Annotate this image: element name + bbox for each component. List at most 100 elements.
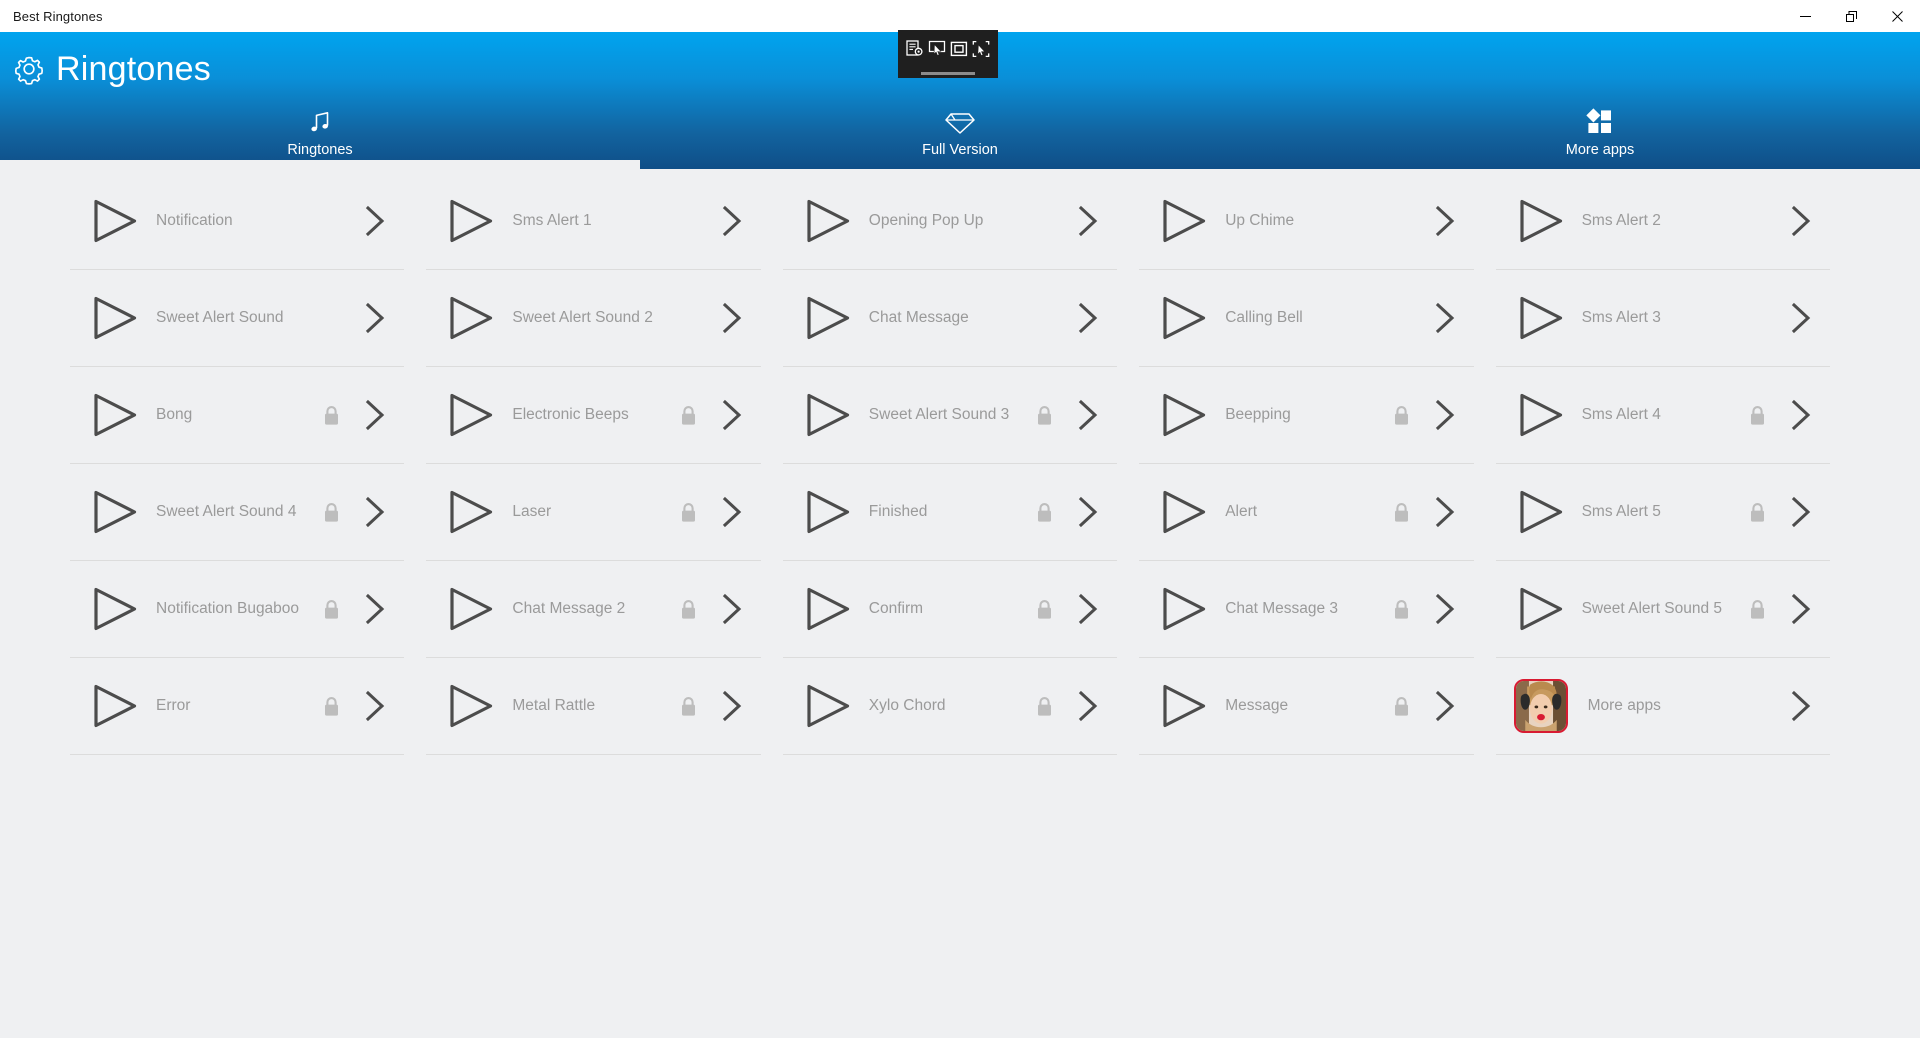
- highlight-rectangle-button[interactable]: [949, 38, 969, 60]
- ringtone-row[interactable]: Finished: [782, 464, 1118, 561]
- play-triangle-icon: [807, 393, 849, 437]
- promo-thumbnail[interactable]: [1513, 679, 1568, 733]
- chevron-right-icon: [366, 593, 385, 625]
- window-titlebar: Best Ringtones: [0, 0, 1920, 32]
- play-triangle-icon: [807, 684, 849, 728]
- tab-label-ringtones: Ringtones: [287, 142, 353, 158]
- maximize-button[interactable]: [1828, 0, 1874, 32]
- ringtone-row[interactable]: Confirm: [782, 561, 1118, 658]
- chevron-right-icon: [1435, 690, 1454, 722]
- ringtone-row[interactable]: Metal Rattle: [426, 658, 761, 755]
- ringtone-label: Alert: [1225, 503, 1258, 520]
- ringtone-label: Finished: [868, 503, 928, 520]
- ringtone-row[interactable]: Up Chime: [1139, 173, 1474, 270]
- ringtone-row[interactable]: Notification Bugaboo: [70, 561, 405, 658]
- ringtone-row[interactable]: Calling Bell: [1139, 270, 1474, 367]
- lock-placeholder: [1036, 308, 1053, 329]
- play-triangle-icon: [1519, 393, 1562, 437]
- tab-more-apps[interactable]: More apps: [1280, 104, 1920, 169]
- ringtone-row[interactable]: Chat Message 2: [426, 561, 761, 658]
- ringtone-grid: Notification Sms Alert 1 Opening Pop Up Up …: [0, 169, 1920, 755]
- inspect-properties-button[interactable]: [905, 38, 925, 60]
- ringtone-label: Sweet Alert Sound 4: [156, 503, 297, 520]
- play-triangle-icon: [807, 587, 849, 631]
- ringtone-row[interactable]: More apps: [1495, 658, 1830, 755]
- cursor-select-icon: [928, 40, 946, 56]
- chevron-right-icon: [366, 205, 385, 237]
- lock-icon: [681, 405, 695, 425]
- lock-icon: [1750, 405, 1764, 425]
- play-triangle-icon: [807, 296, 849, 340]
- window-controls: [1782, 0, 1920, 32]
- chevron-right-icon: [1079, 399, 1098, 431]
- lock-icon: [1038, 696, 1052, 716]
- play-triangle-icon: [807, 199, 849, 243]
- lock-icon: [1038, 599, 1052, 619]
- ringtone-row[interactable]: Sms Alert 5: [1495, 464, 1830, 561]
- ringtone-row[interactable]: Sweet Alert Sound 3: [782, 367, 1118, 464]
- ringtone-label: Error: [156, 697, 191, 714]
- inspect-properties-icon: [906, 40, 923, 56]
- ringtone-row[interactable]: Sweet Alert Sound 5: [1495, 561, 1830, 658]
- gear-icon: [14, 56, 44, 85]
- capture-region-button[interactable]: [971, 38, 991, 60]
- ringtone-row[interactable]: Sweet Alert Sound 2: [426, 270, 761, 367]
- ringtone-label: Sms Alert 5: [1581, 503, 1661, 520]
- play-triangle-icon: [1163, 490, 1206, 534]
- play-triangle-icon: [450, 393, 493, 437]
- ringtone-row[interactable]: Chat Message: [782, 270, 1118, 367]
- promo-woman-headphones-image: [1515, 681, 1566, 731]
- chevron-right-icon: [366, 302, 385, 334]
- lock-icon: [1394, 502, 1408, 522]
- chevron-right-icon: [1079, 205, 1098, 237]
- ringtone-row[interactable]: Chat Message 3: [1139, 561, 1474, 658]
- tab-full-version[interactable]: Full Version: [640, 104, 1280, 169]
- ringtone-row[interactable]: Sms Alert 1: [426, 173, 761, 270]
- play-triangle-icon: [1519, 490, 1562, 534]
- chevron-right-icon: [722, 690, 742, 722]
- ringtone-row[interactable]: Message: [1139, 658, 1474, 755]
- ringtone-label: Chat Message 3: [1225, 600, 1339, 617]
- minimize-button[interactable]: [1782, 0, 1828, 32]
- ringtone-row[interactable]: Sweet Alert Sound: [70, 270, 405, 367]
- ringtone-row[interactable]: Alert: [1139, 464, 1474, 561]
- drag-handle-bar: [921, 71, 975, 75]
- chevron-right-icon: [722, 399, 742, 431]
- close-button[interactable]: [1874, 0, 1920, 32]
- minimize-icon: [1799, 15, 1811, 17]
- ringtone-row[interactable]: Laser: [426, 464, 761, 561]
- ringtone-row[interactable]: Sms Alert 2: [1495, 173, 1830, 270]
- play-triangle-icon: [1519, 199, 1562, 243]
- ringtone-label: Sweet Alert Sound 3: [868, 406, 1010, 423]
- overlay-toolbar-drag-handle[interactable]: [898, 68, 998, 78]
- ringtone-label: Chat Message: [868, 309, 969, 326]
- ringtone-label: Xylo Chord: [868, 697, 946, 714]
- ringtone-row[interactable]: Notification: [70, 173, 405, 270]
- lock-icon: [1038, 502, 1052, 522]
- lock-icon: [1750, 599, 1764, 619]
- ringtone-row[interactable]: Bong: [70, 367, 405, 464]
- ringtone-row[interactable]: Xylo Chord: [782, 658, 1118, 755]
- ringtone-label: Confirm: [868, 600, 924, 617]
- ringtone-label: Up Chime: [1225, 212, 1295, 229]
- ringtone-list-area: Notification Sms Alert 1 Opening Pop Up Up …: [0, 160, 1920, 1038]
- ringtone-row[interactable]: Sweet Alert Sound 4: [70, 464, 405, 561]
- ringtone-label: Bong: [156, 406, 193, 423]
- ringtone-label: Notification: [156, 212, 233, 229]
- ringtone-row[interactable]: Sms Alert 4: [1495, 367, 1830, 464]
- ringtone-row[interactable]: Electronic Beeps: [426, 367, 761, 464]
- ringtone-row[interactable]: Sms Alert 3: [1495, 270, 1830, 367]
- ringtone-row[interactable]: Beepping: [1139, 367, 1474, 464]
- ringtone-row[interactable]: Opening Pop Up: [782, 173, 1118, 270]
- lock-icon: [325, 405, 339, 425]
- cursor-select-button[interactable]: [927, 38, 947, 60]
- play-triangle-icon: [1163, 587, 1206, 631]
- ringtone-label: Notification Bugaboo: [156, 600, 300, 617]
- lock-placeholder: [1036, 211, 1053, 232]
- chevron-right-icon: [1435, 205, 1454, 237]
- chevron-right-icon: [1435, 496, 1454, 528]
- ringtone-row[interactable]: Error: [70, 658, 405, 755]
- chevron-right-icon: [366, 496, 385, 528]
- play-triangle-icon: [807, 490, 849, 534]
- chevron-right-icon: [1435, 593, 1454, 625]
